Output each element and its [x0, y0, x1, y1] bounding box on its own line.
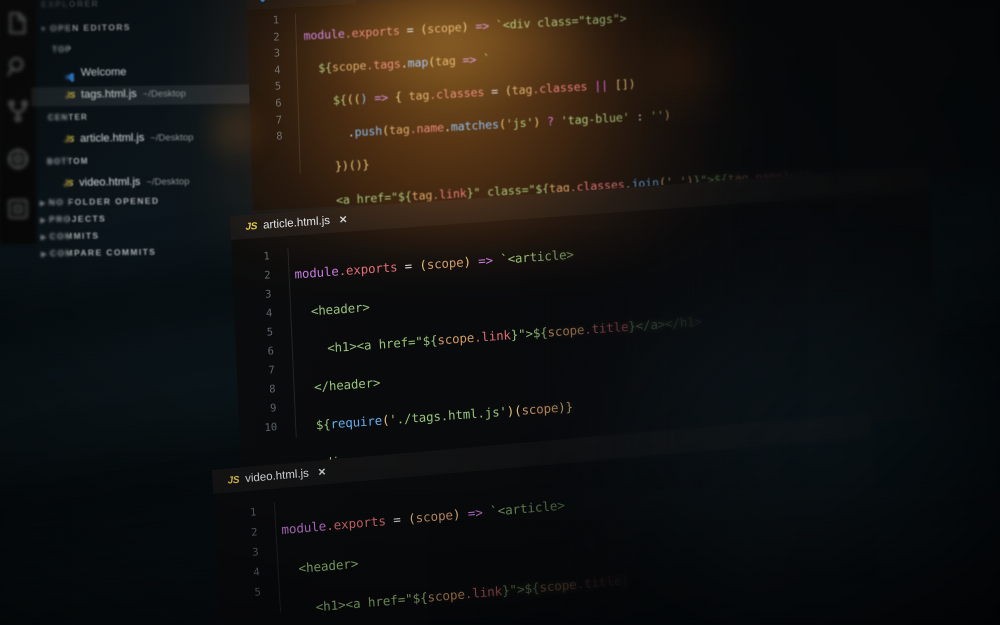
line-number: 2	[250, 526, 258, 539]
js-file-icon: JS	[63, 177, 74, 189]
tab-label: video.html.js	[244, 467, 310, 486]
line-number: 1	[249, 506, 257, 519]
vscode-welcome-icon	[65, 67, 75, 82]
explorer-sidebar[interactable]: EXPLORER ▼ OPEN EDITORS TOP Welcome JS ta…	[19, 0, 258, 264]
group-label-center: CENTER	[47, 112, 89, 123]
line-number: 1	[272, 14, 280, 27]
list-item-path: ~/Desktop	[146, 175, 190, 188]
line-number: 1	[263, 250, 271, 263]
code-line: <header>	[298, 555, 359, 576]
sidebar-section-open-editors[interactable]: ▼ OPEN EDITORS	[40, 22, 131, 33]
line-number: 4	[274, 64, 281, 77]
line-number: 7	[268, 364, 276, 377]
code-line: ${require('./tags.html.js')(scope)}	[315, 398, 574, 433]
list-item[interactable]: Welcome	[65, 66, 127, 82]
line-number: 3	[273, 47, 281, 60]
vscode-welcome-icon	[255, 0, 265, 3]
list-item-path: ~/Desktop	[142, 87, 186, 100]
list-item[interactable]: JS tags.html.js ~/Desktop	[65, 87, 186, 101]
line-number: 4	[265, 307, 273, 320]
code-line: <h1><a href="${scope.link}">${scope.titl…	[326, 313, 703, 356]
code-line: module.exports = (scope) => `<article>	[294, 246, 575, 282]
close-icon[interactable]: ✕	[318, 467, 327, 479]
line-number: 9	[269, 402, 277, 415]
line-number: 7	[275, 113, 283, 127]
list-item-path: ~/Desktop	[150, 131, 194, 144]
line-number: 10	[264, 421, 278, 435]
list-item[interactable]: JS video.html.js ~/Desktop	[63, 175, 189, 189]
line-number: 3	[252, 546, 259, 559]
js-file-icon: JS	[227, 474, 240, 487]
chevron-right-icon: ▶	[39, 200, 47, 208]
js-file-icon: JS	[245, 220, 258, 233]
sidebar-section-compare-commits[interactable]: ▶ COMPARE COMMITS	[41, 247, 156, 259]
chevron-right-icon: ▶	[40, 217, 48, 225]
group-label-bottom: BOTTOM	[46, 156, 89, 167]
line-number: 6	[275, 97, 282, 110]
js-file-icon: JS	[64, 133, 75, 145]
close-icon[interactable]: ✕	[339, 214, 348, 226]
line-number: 6	[267, 345, 275, 358]
sidebar-section-no-folder-opened[interactable]: ▶ NO FOLDER OPENED	[40, 196, 160, 208]
code-line: module.exports = (scope) => `<article>	[280, 497, 566, 538]
list-item-label: Welcome	[80, 66, 127, 79]
line-number: 8	[276, 130, 283, 143]
line-number: 5	[274, 80, 282, 93]
code-line: <h1><a href="${scope.link}">${scope.titl…	[315, 572, 630, 615]
chevron-down-icon: ▼	[39, 26, 49, 34]
line-number: 2	[273, 30, 280, 44]
code-line: </header>	[313, 374, 381, 395]
screenshot-root: EXPLORER ▼ OPEN EDITORS TOP Welcome JS ta…	[0, 0, 1000, 625]
tab-label: Welcome	[271, 0, 319, 3]
line-number: 3	[264, 288, 272, 301]
list-item[interactable]: JS article.html.js ~/Desktop	[64, 131, 193, 145]
sidebar-title: EXPLORER	[40, 0, 100, 10]
tab-label: article.html.js	[262, 214, 331, 232]
chevron-right-icon: ▶	[41, 251, 49, 259]
list-item-label: video.html.js	[79, 175, 141, 189]
chevron-right-icon: ▶	[40, 234, 48, 242]
line-number: 8	[269, 383, 276, 396]
line-number: 5	[266, 326, 274, 339]
group-label-top: TOP	[52, 44, 73, 55]
sidebar-section-projects[interactable]: ▶ PROJECTS	[40, 213, 106, 224]
sidebar-section-commits[interactable]: ▶ COMMITS	[41, 231, 100, 242]
list-item-label: article.html.js	[80, 131, 145, 145]
code-line: <header>	[310, 299, 370, 319]
line-number: 4	[253, 566, 261, 579]
line-number: 2	[264, 269, 271, 282]
list-item-label: tags.html.js	[80, 88, 137, 101]
js-file-icon: JS	[65, 89, 76, 101]
line-number: 5	[254, 586, 262, 599]
